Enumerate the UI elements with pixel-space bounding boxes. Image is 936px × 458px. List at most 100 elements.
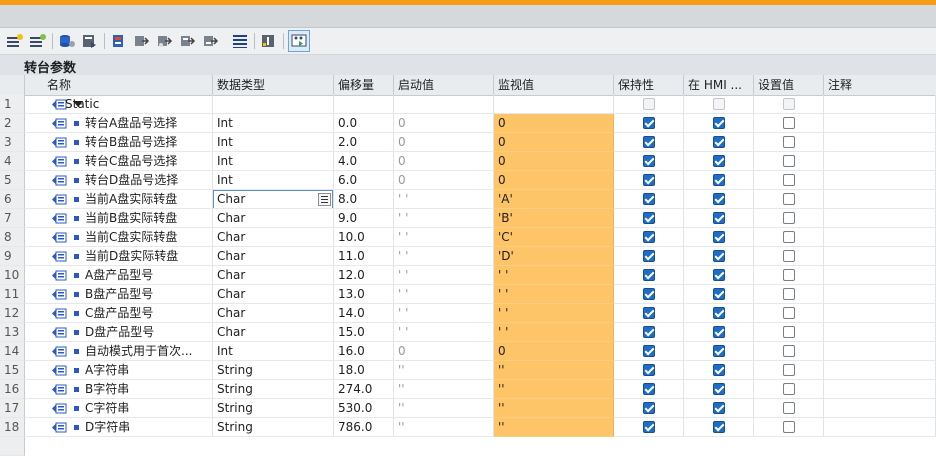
tag-name[interactable]: 当前A盘实际转盘 (85, 190, 177, 208)
retain-checkbox[interactable] (643, 383, 655, 395)
datatype-cell[interactable]: Char (213, 304, 334, 323)
header-setpoint[interactable]: 设置值 (754, 75, 824, 95)
expand-icon[interactable] (57, 31, 77, 51)
tag-name[interactable]: A盘产品型号 (85, 266, 153, 284)
table-row[interactable]: 10 A盘产品型号 Char 12.0 ' ' ' ' (0, 266, 936, 285)
comment-cell[interactable] (824, 323, 936, 342)
tag-name[interactable]: D盘产品型号 (85, 323, 154, 341)
comment-cell[interactable] (824, 152, 936, 171)
datatype-cell[interactable]: Int (213, 342, 334, 361)
datatype-cell[interactable]: String (213, 361, 334, 380)
retain-checkbox[interactable] (643, 269, 655, 281)
hmi-checkbox[interactable] (713, 421, 725, 433)
datatype-cell[interactable]: Int (213, 152, 334, 171)
start-value-cell[interactable]: 0 (394, 133, 494, 152)
datatype-cell[interactable]: Char (213, 190, 334, 209)
retain-checkbox[interactable] (643, 307, 655, 319)
comment-cell[interactable] (824, 209, 936, 228)
table-row[interactable]: 12 C盘产品型号 Char 14.0 ' ' ' ' (0, 304, 936, 323)
start-value-cell[interactable]: 0 (394, 114, 494, 133)
start-value-cell[interactable]: ' ' (394, 285, 494, 304)
setpoint-checkbox[interactable] (783, 288, 795, 300)
header-name[interactable]: 名称 (25, 75, 213, 95)
retain-checkbox[interactable] (643, 117, 655, 129)
table-row[interactable]: 18 D字符串 String 786.0 '' '' (0, 418, 936, 437)
start-value-cell[interactable]: ' ' (394, 247, 494, 266)
datatype-cell[interactable]: Int (213, 171, 334, 190)
tag-name[interactable]: 转台A盘品号选择 (85, 114, 177, 132)
retain-checkbox[interactable] (643, 402, 655, 414)
tag-name[interactable]: 当前C盘实际转盘 (85, 228, 177, 246)
start-value-cell[interactable]: ' ' (394, 304, 494, 323)
setpoint-checkbox[interactable] (783, 364, 795, 376)
name-cell[interactable]: 转台A盘品号选择 (25, 114, 213, 133)
comment-cell[interactable] (824, 228, 936, 247)
start-value-cell[interactable]: ' ' (394, 266, 494, 285)
table-row[interactable]: 15 A字符串 String 18.0 '' '' (0, 361, 936, 380)
copy-snapshot-to-start-icon[interactable] (155, 31, 175, 51)
tag-name[interactable]: 转台B盘品号选择 (85, 133, 177, 151)
setpoint-checkbox[interactable] (783, 421, 795, 433)
tag-name[interactable]: C盘产品型号 (85, 304, 153, 322)
name-cell[interactable]: 转台C盘品号选择 (25, 152, 213, 171)
load-start-values-icon[interactable] (80, 31, 100, 51)
add-row-icon[interactable] (28, 31, 48, 51)
retain-checkbox[interactable] (643, 345, 655, 357)
hmi-checkbox[interactable] (713, 136, 725, 148)
header-datatype[interactable]: 数据类型 (213, 75, 334, 95)
table-row[interactable]: 13 D盘产品型号 Char 15.0 ' ' ' ' (0, 323, 936, 342)
comment-cell[interactable] (824, 285, 936, 304)
comment-cell[interactable] (824, 342, 936, 361)
retain-checkbox[interactable] (643, 174, 655, 186)
retain-checkbox[interactable] (643, 155, 655, 167)
name-cell[interactable]: 当前C盘实际转盘 (25, 228, 213, 247)
table-row[interactable]: 7 当前B盘实际转盘 Char 9.0 ' ' 'B' (0, 209, 936, 228)
start-value-cell[interactable]: '' (394, 418, 494, 437)
setpoint-checkbox[interactable] (783, 402, 795, 414)
start-value-cell[interactable]: '' (394, 361, 494, 380)
tag-name[interactable]: 转台D盘品号选择 (85, 171, 178, 189)
start-value-cell[interactable]: 0 (394, 171, 494, 190)
setpoint-checkbox[interactable] (783, 155, 795, 167)
setpoint-checkbox[interactable] (783, 231, 795, 243)
setpoint-checkbox[interactable] (783, 250, 795, 262)
hmi-checkbox[interactable] (713, 326, 725, 338)
hmi-checkbox[interactable] (713, 402, 725, 414)
copy-snapshot-icon[interactable] (132, 31, 152, 51)
table-row[interactable]: 3 转台B盘品号选择 Int 2.0 0 0 (0, 133, 936, 152)
hmi-checkbox[interactable] (713, 212, 725, 224)
datatype-cell[interactable]: Char (213, 228, 334, 247)
comment-cell[interactable] (824, 114, 936, 133)
table-row[interactable]: 9 当前D盘实际转盘 Char 11.0 ' ' 'D' (0, 247, 936, 266)
start-value-cell[interactable]: ' ' (394, 323, 494, 342)
hmi-checkbox[interactable] (713, 193, 725, 205)
table-row[interactable]: 4 转台C盘品号选择 Int 4.0 0 0 (0, 152, 936, 171)
name-cell[interactable]: 转台B盘品号选择 (25, 133, 213, 152)
datatype-cell[interactable]: Int (213, 114, 334, 133)
setpoint-checkbox[interactable] (783, 117, 795, 129)
name-cell[interactable]: 转台D盘品号选择 (25, 171, 213, 190)
table-row[interactable]: 2 转台A盘品号选择 Int 0.0 0 0 (0, 114, 936, 133)
header-offset[interactable]: 偏移量 (334, 75, 394, 95)
tag-name[interactable]: B字符串 (85, 380, 129, 398)
comment-cell[interactable] (824, 190, 936, 209)
name-cell[interactable]: D盘产品型号 (25, 323, 213, 342)
list-view-icon[interactable] (230, 31, 250, 51)
start-value-cell[interactable]: ' ' (394, 209, 494, 228)
tag-name[interactable]: 转台C盘品号选择 (85, 152, 177, 170)
name-cell[interactable]: C盘产品型号 (25, 304, 213, 323)
retain-checkbox[interactable] (643, 136, 655, 148)
retain-checkbox[interactable] (643, 212, 655, 224)
table-row-static[interactable]: 1 Static (0, 95, 936, 114)
datatype-cell[interactable]: Char (213, 285, 334, 304)
hmi-checkbox[interactable] (713, 288, 725, 300)
setpoint-checkbox[interactable] (783, 383, 795, 395)
setpoint-checkbox[interactable] (783, 269, 795, 281)
tag-name[interactable]: A字符串 (85, 361, 129, 379)
tag-name[interactable]: C字符串 (85, 399, 129, 417)
name-cell[interactable]: 当前A盘实际转盘 (25, 190, 213, 209)
hmi-checkbox[interactable] (713, 174, 725, 186)
comment-cell[interactable] (824, 133, 936, 152)
setpoint-checkbox[interactable] (783, 193, 795, 205)
hmi-checkbox[interactable] (713, 345, 725, 357)
